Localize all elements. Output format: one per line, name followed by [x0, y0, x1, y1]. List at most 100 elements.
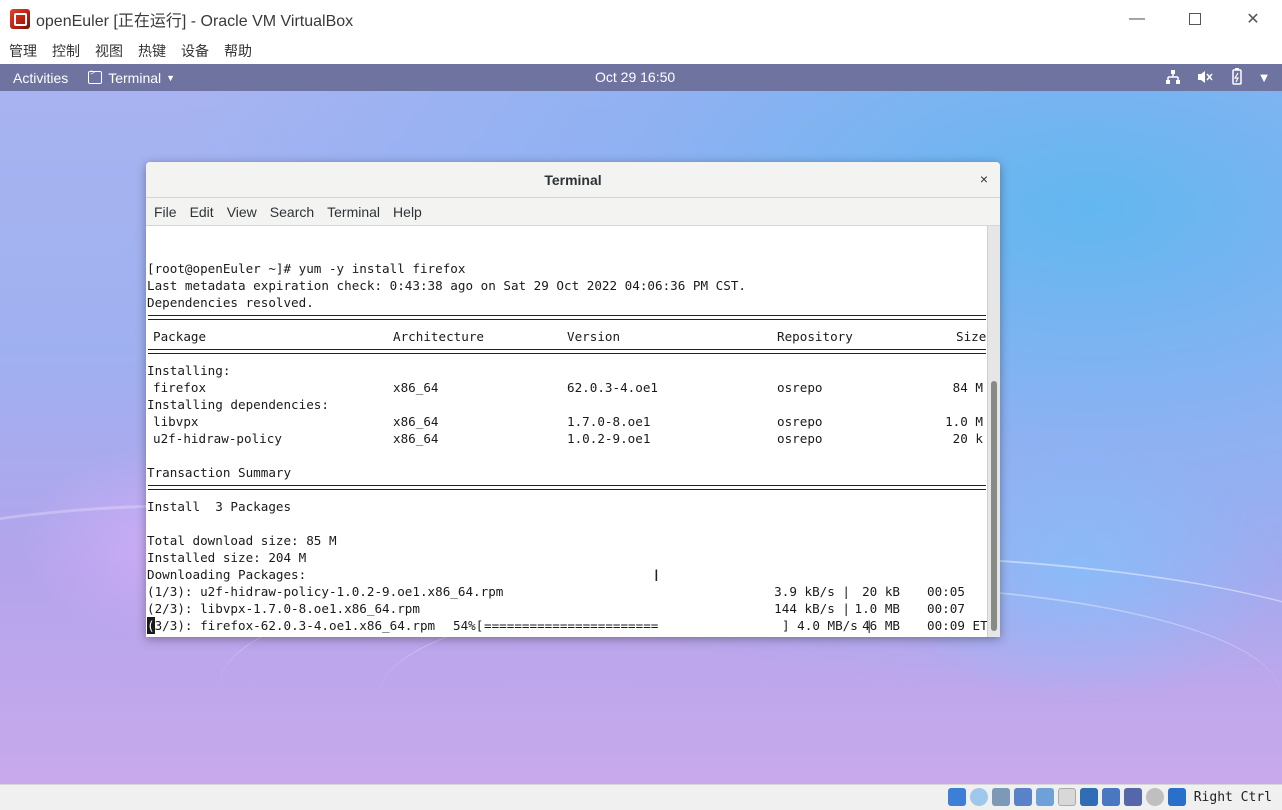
progress-file: 3/3): firefox-62.0.3-4.oe1.x86_64.rpm	[154, 618, 436, 633]
col-version: Version	[567, 329, 621, 344]
downloading-heading: Downloading Packages:	[147, 567, 307, 582]
deps-resolved-line: Dependencies resolved.	[147, 295, 314, 310]
metadata-line: Last metadata expiration check: 0:43:38 …	[147, 278, 746, 293]
progress-size: 46 MB	[862, 618, 900, 633]
audio-icon[interactable]	[991, 788, 1010, 806]
menu-view[interactable]: 视图	[95, 41, 123, 61]
download-time: 00:07	[927, 601, 965, 616]
volume-muted-icon	[1196, 68, 1214, 86]
recording-icon[interactable]	[1101, 788, 1120, 806]
terminal-window[interactable]: Terminal × File Edit View Search Termina…	[146, 162, 1000, 637]
minimize-button[interactable]: —	[1108, 0, 1166, 38]
pkg-repo: osrepo	[777, 414, 823, 429]
virtualization-icon[interactable]	[1123, 788, 1142, 806]
menu-control[interactable]: 控制	[52, 41, 80, 61]
optical-drive-icon[interactable]	[969, 788, 988, 806]
status-icons: Right Ctrl	[947, 788, 1272, 806]
download-file: (3/3): firefox-62.0.3-4.oe1.x86_64.rpm	[147, 617, 435, 634]
pkg-size: 20 k	[952, 431, 983, 446]
pkg-version: 1.0.2-9.oe1	[567, 431, 651, 446]
display-icon[interactable]	[1079, 788, 1098, 806]
hard-disk-icon[interactable]	[947, 788, 966, 806]
table-rule	[148, 349, 986, 354]
col-size: Size	[956, 329, 987, 344]
terminal-scrollbar[interactable]	[987, 226, 1000, 637]
terminal-menubar: File Edit View Search Terminal Help	[146, 198, 1000, 226]
menu-help[interactable]: 帮助	[224, 41, 252, 61]
installed-size: Installed size: 204 M	[147, 550, 307, 565]
pkg-version: 1.7.0-8.oe1	[567, 414, 651, 429]
pkg-name: libvpx	[153, 414, 199, 429]
app-menu[interactable]: Terminal ▼	[88, 68, 176, 86]
window-title: openEuler [正在运行] - Oracle VM VirtualBox	[36, 13, 354, 30]
pkg-arch: x86_64	[393, 414, 439, 429]
guest-display[interactable]: Activities Terminal ▼ Oct 29 16:50 ▼ Ter…	[0, 64, 1282, 784]
vbox-statusbar: Right Ctrl	[0, 784, 1282, 810]
terminal-menu-edit[interactable]: Edit	[190, 204, 214, 220]
download-file: (1/3): u2f-hidraw-policy-1.0.2-9.oe1.x86…	[147, 584, 504, 599]
usb-icon[interactable]	[1035, 788, 1054, 806]
installing-deps-heading: Installing dependencies:	[147, 397, 329, 412]
terminal-menu-view[interactable]: View	[227, 204, 257, 220]
pkg-size: 84 M	[952, 380, 983, 395]
pkg-arch: x86_64	[393, 380, 439, 395]
text-cursor: (	[147, 617, 155, 634]
install-count: Install 3 Packages	[147, 499, 292, 514]
pkg-repo: osrepo	[777, 380, 823, 395]
download-file: (2/3): libvpx-1.7.0-8.oe1.x86_64.rpm	[147, 601, 420, 616]
progress-eta: 00:09 ETA	[927, 618, 987, 633]
system-menu-caret-icon: ▼	[1257, 69, 1271, 85]
pkg-arch: x86_64	[393, 431, 439, 446]
pkg-repo: osrepo	[777, 431, 823, 446]
close-window-button[interactable]: ✕	[1224, 0, 1282, 38]
battery-icon	[1228, 68, 1246, 86]
menu-devices[interactable]: 设备	[181, 41, 209, 61]
progress-percent: 54%[	[453, 618, 484, 633]
gnome-top-bar: Activities Terminal ▼ Oct 29 16:50 ▼	[0, 64, 1282, 91]
menu-manage[interactable]: 管理	[9, 41, 37, 61]
terminal-title: Terminal	[544, 171, 602, 188]
pkg-size: 1.0 M	[945, 414, 983, 429]
maximize-icon	[1189, 13, 1201, 25]
pkg-name: firefox	[153, 380, 207, 395]
table-rule	[148, 485, 986, 490]
clock[interactable]: Oct 29 16:50	[595, 69, 675, 85]
download-size: 20 kB	[862, 584, 900, 599]
table-rule	[148, 315, 986, 320]
virtualbox-app-icon	[10, 9, 30, 29]
caret-down-icon: ▼	[166, 72, 176, 83]
download-rate: 144 kB/s |	[774, 601, 850, 616]
terminal-header[interactable]: Terminal ×	[146, 162, 1000, 198]
ibeam-cursor-icon: I	[654, 566, 659, 585]
vbox-menubar: 管理 控制 视图 热键 设备 帮助	[0, 38, 1282, 64]
mouse-integration-icon[interactable]	[1145, 788, 1164, 806]
terminal-menu-terminal[interactable]: Terminal	[327, 204, 380, 220]
menu-hotkeys[interactable]: 热键	[138, 41, 166, 61]
network-adapter-icon[interactable]	[1013, 788, 1032, 806]
app-menu-label: Terminal	[108, 69, 162, 86]
transaction-summary: Transaction Summary	[147, 465, 292, 480]
keyboard-capture-icon[interactable]	[1167, 788, 1186, 806]
activities-button[interactable]: Activities	[13, 70, 68, 86]
command-line: [root@openEuler ~]# yum -y install firef…	[147, 261, 466, 276]
col-arch: Architecture	[393, 329, 484, 344]
col-package: Package	[153, 329, 207, 344]
scrollbar-thumb[interactable]	[991, 381, 997, 631]
terminal-close-button[interactable]: ×	[980, 171, 988, 187]
pkg-name: u2f-hidraw-policy	[153, 431, 282, 446]
terminal-output[interactable]: [root@openEuler ~]# yum -y install firef…	[146, 226, 987, 637]
download-time: 00:05	[927, 584, 965, 599]
download-size: 1.0 MB	[854, 601, 901, 616]
terminal-menu-help[interactable]: Help	[393, 204, 422, 220]
host-key-label: Right Ctrl	[1193, 789, 1272, 805]
terminal-menu-search[interactable]: Search	[270, 204, 314, 220]
network-icon	[1164, 68, 1182, 86]
window-controls: — ✕	[1108, 0, 1282, 38]
system-tray[interactable]: ▼	[1164, 68, 1271, 86]
installing-heading: Installing:	[147, 363, 231, 378]
total-download-size: Total download size: 85 M	[147, 533, 337, 548]
maximize-button[interactable]	[1166, 0, 1224, 38]
shared-folders-icon[interactable]	[1057, 788, 1076, 806]
progress-bar: =======================	[484, 618, 659, 633]
terminal-menu-file[interactable]: File	[154, 204, 177, 220]
